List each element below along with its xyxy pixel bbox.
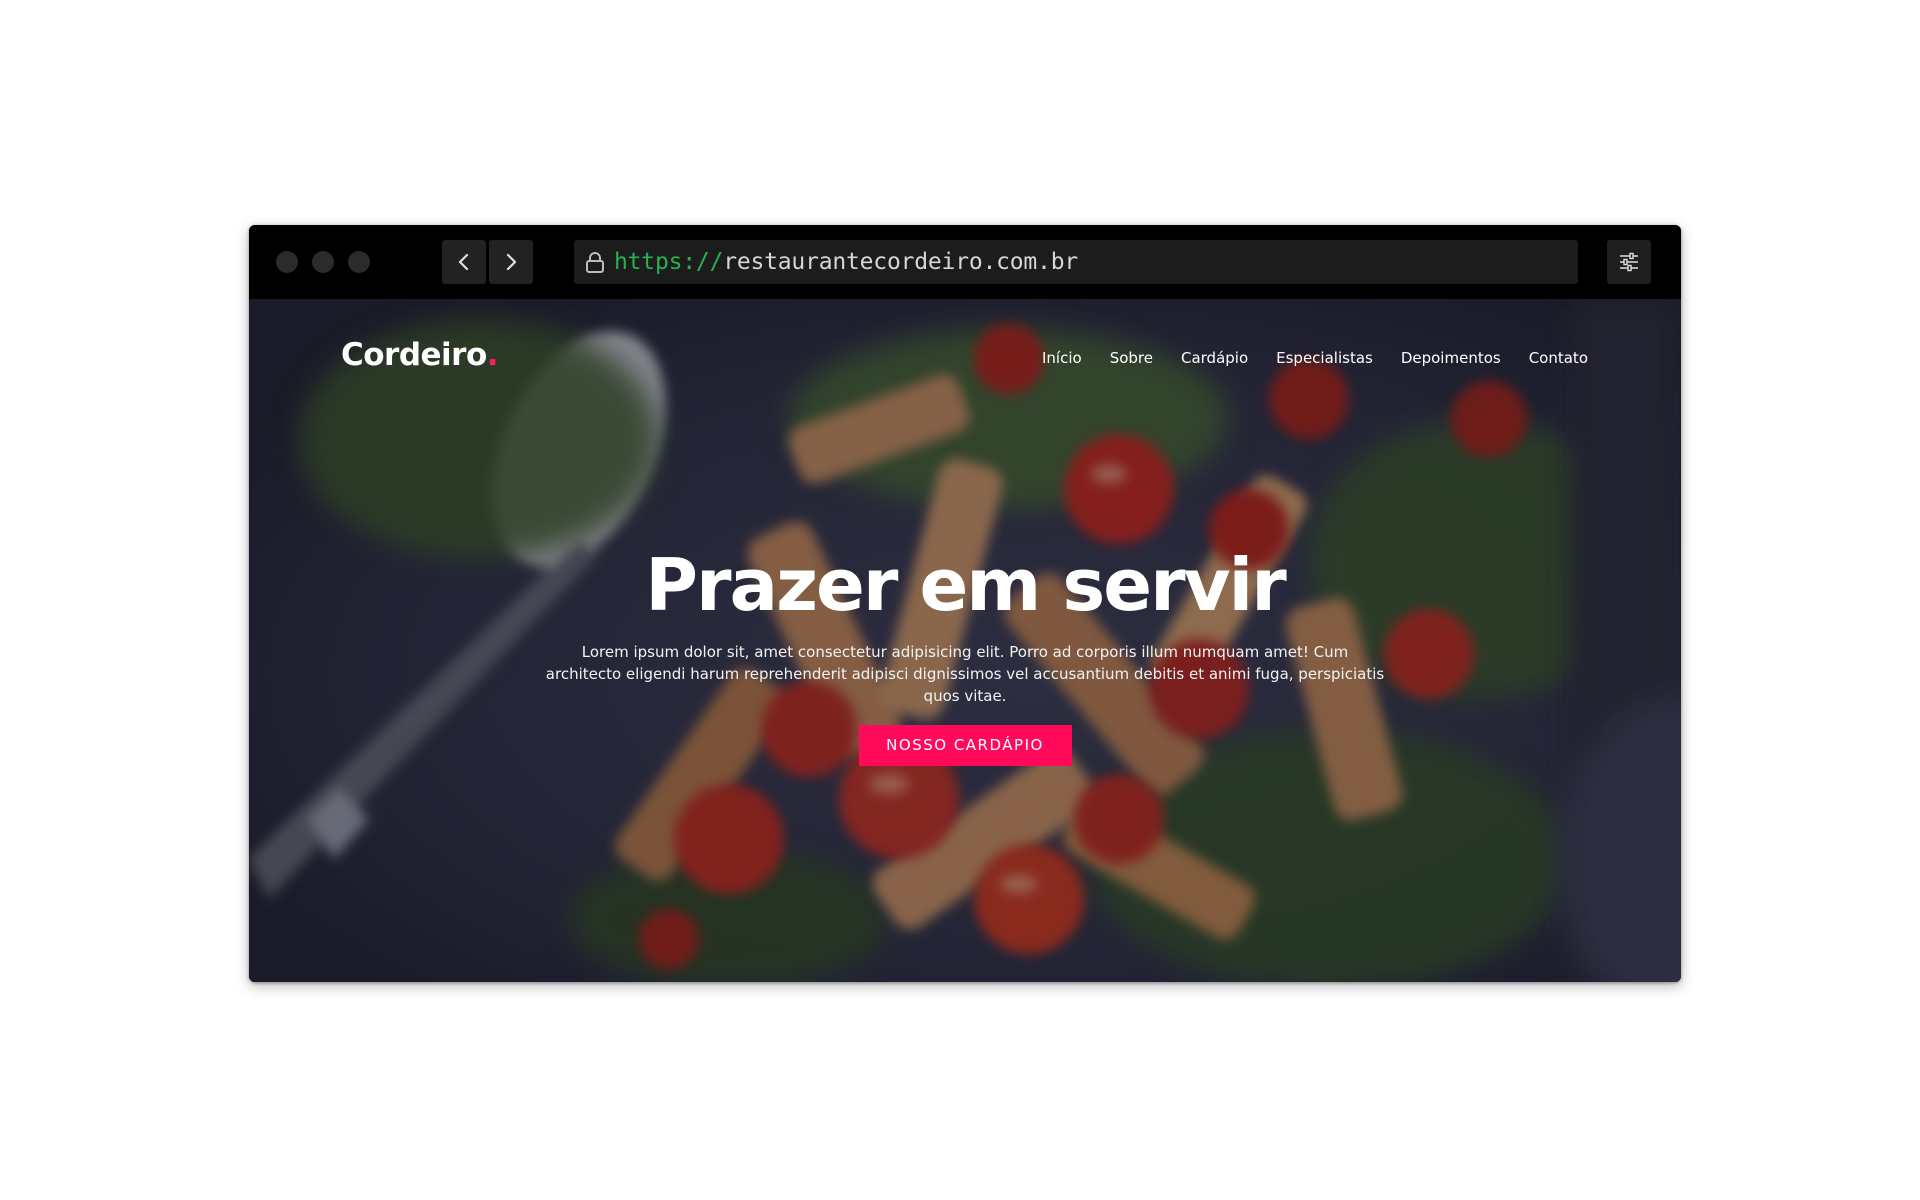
address-bar[interactable]: https://restaurantecordeiro.com.br	[574, 240, 1578, 284]
chevron-left-icon	[458, 253, 469, 271]
url-text: https://restaurantecordeiro.com.br	[614, 249, 1078, 275]
lock-icon	[584, 250, 606, 274]
nav-link-especialistas[interactable]: Especialistas	[1276, 349, 1373, 367]
hero-section: Prazer em servir Lorem ipsum dolor sit, …	[249, 549, 1681, 766]
website-viewport: Cordeiro. Início Sobre Cardápio Especial…	[249, 299, 1681, 982]
site-nav: Início Sobre Cardápio Especialistas Depo…	[1042, 349, 1588, 367]
back-button[interactable]	[442, 240, 486, 284]
sliders-icon	[1620, 252, 1638, 272]
nav-link-depoimentos[interactable]: Depoimentos	[1401, 349, 1501, 367]
nav-link-inicio[interactable]: Início	[1042, 349, 1082, 367]
url-scheme: https://	[614, 249, 724, 275]
browser-window: https://restaurantecordeiro.com.br Corde…	[249, 225, 1681, 982]
browser-toolbar: https://restaurantecordeiro.com.br	[249, 225, 1681, 299]
site-logo-text: Cordeiro	[341, 337, 487, 373]
nav-link-sobre[interactable]: Sobre	[1110, 349, 1153, 367]
chevron-right-icon	[506, 253, 517, 271]
url-host: restaurantecordeiro.com.br	[723, 249, 1079, 275]
window-minimize-dot[interactable]	[312, 251, 334, 273]
site-logo[interactable]: Cordeiro.	[341, 337, 499, 373]
settings-button[interactable]	[1607, 240, 1651, 284]
site-logo-dot: .	[486, 337, 499, 373]
nav-link-contato[interactable]: Contato	[1529, 349, 1588, 367]
window-close-dot[interactable]	[276, 251, 298, 273]
hero-title: Prazer em servir	[645, 543, 1286, 627]
menu-cta-button[interactable]: NOSSO CARDÁPIO	[858, 725, 1072, 766]
forward-button[interactable]	[489, 240, 533, 284]
window-maximize-dot[interactable]	[348, 251, 370, 273]
nav-link-cardapio[interactable]: Cardápio	[1181, 349, 1248, 367]
page: https://restaurantecordeiro.com.br Corde…	[0, 0, 1920, 1200]
hero-description: Lorem ipsum dolor sit, amet consectetur …	[545, 643, 1385, 705]
